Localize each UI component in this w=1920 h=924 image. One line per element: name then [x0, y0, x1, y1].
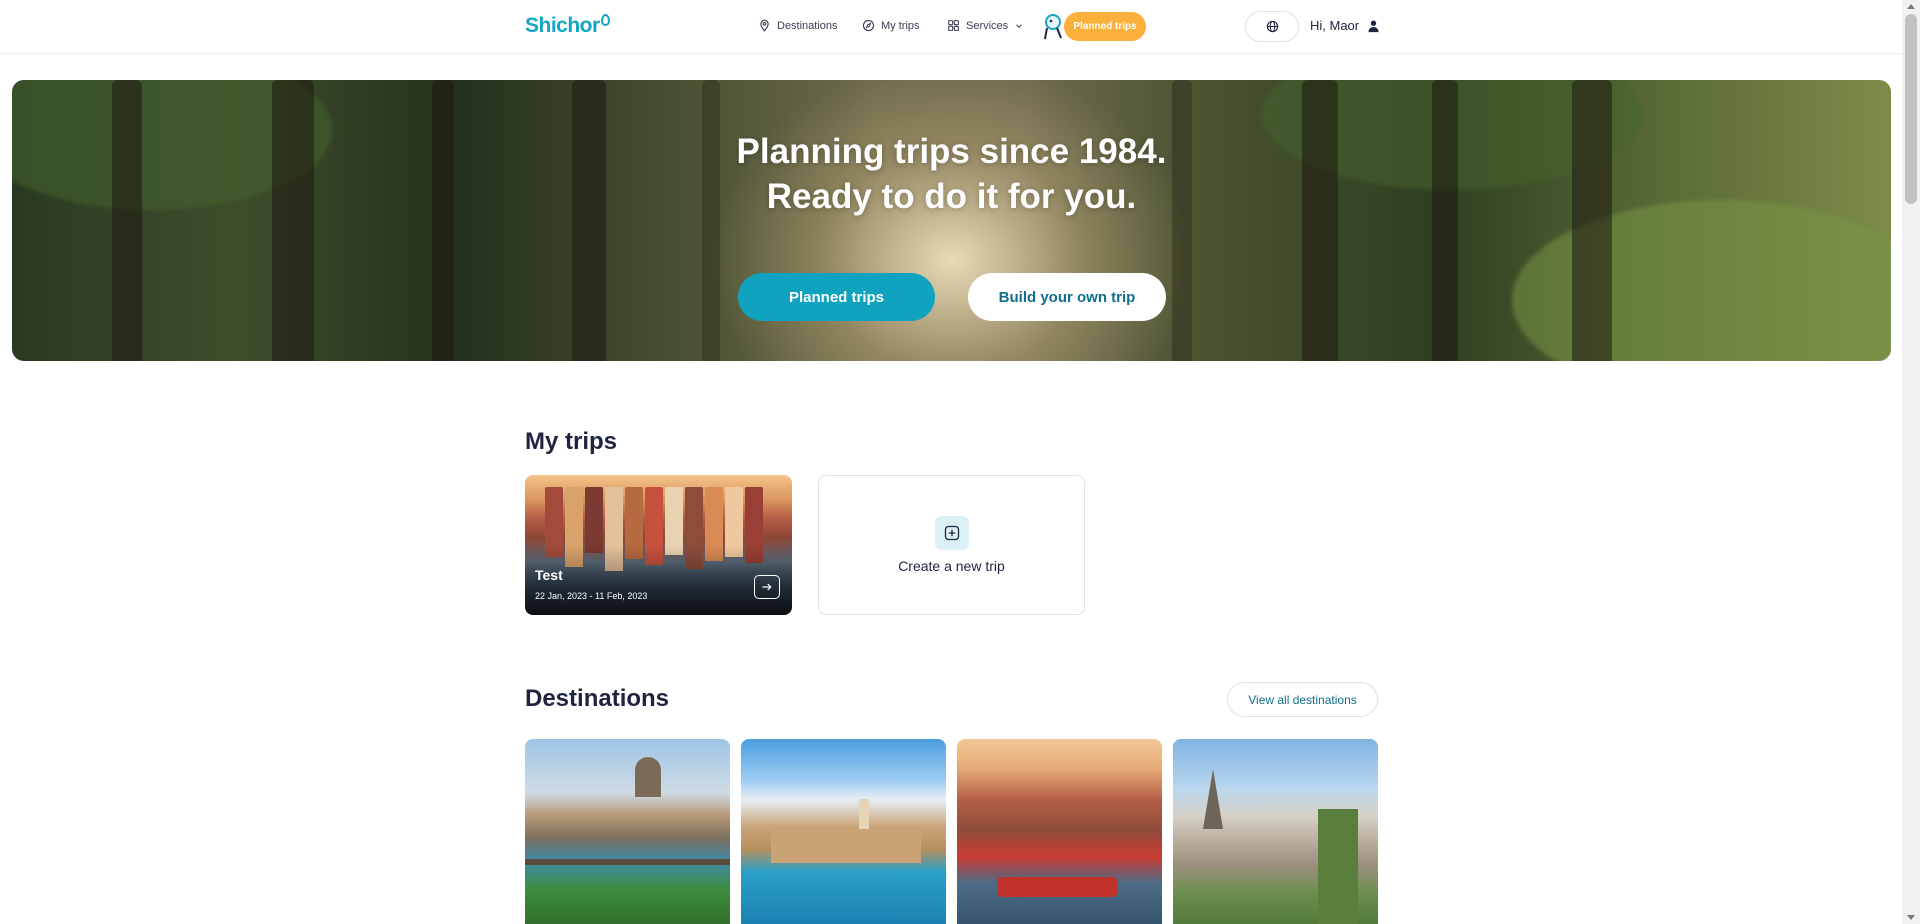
- destination-image-detail: [525, 859, 730, 865]
- compass-icon: [862, 19, 875, 32]
- tree-trunk: [1572, 80, 1612, 361]
- trip-card-overlay: [525, 545, 792, 615]
- create-new-trip-label: Create a new trip: [898, 558, 1005, 574]
- logo-drop-icon: [600, 14, 610, 26]
- logo-text: Shichor: [525, 14, 600, 37]
- tree-trunk: [1302, 80, 1338, 361]
- tree-trunk: [112, 80, 142, 361]
- open-trip-button[interactable]: [754, 575, 780, 599]
- hero-title-line-1: Planning trips since 1984.: [736, 132, 1167, 171]
- destination-card[interactable]: [525, 739, 730, 924]
- planned-trips-button[interactable]: Planned trips: [738, 273, 935, 321]
- view-all-destinations-button[interactable]: View all destinations: [1227, 682, 1378, 717]
- nav-destinations[interactable]: Destinations: [758, 19, 838, 32]
- destination-image-detail: [1203, 769, 1223, 829]
- tree-trunk: [432, 80, 454, 361]
- hero-title: Planning trips since 1984. Ready to do i…: [12, 129, 1891, 219]
- trip-dates: 22 Jan, 2023 - 11 Feb, 2023: [535, 591, 648, 601]
- destination-card[interactable]: [957, 739, 1162, 924]
- nav-services-dropdown[interactable]: Services: [947, 19, 1024, 32]
- nav-destinations-label: Destinations: [777, 19, 838, 32]
- scroll-down-icon[interactable]: [1907, 915, 1915, 920]
- build-your-own-trip-button[interactable]: Build your own trip: [968, 273, 1166, 321]
- globe-icon: [1266, 20, 1278, 33]
- destination-card[interactable]: [741, 739, 946, 924]
- greeting-text: Hi, Maor: [1310, 18, 1360, 33]
- hero-banner: Planning trips since 1984. Ready to do i…: [12, 80, 1891, 361]
- destination-image-detail: [635, 757, 661, 797]
- scroll-up-icon[interactable]: [1907, 4, 1915, 9]
- page-scrollbar[interactable]: [1902, 0, 1920, 924]
- destination-image-detail: [1318, 809, 1358, 924]
- trip-card[interactable]: Test 22 Jan, 2023 - 11 Feb, 2023: [525, 475, 792, 615]
- user-icon: [1368, 20, 1379, 32]
- user-menu[interactable]: Hi, Maor: [1310, 18, 1380, 33]
- plus-square-icon: [935, 516, 969, 550]
- arrow-right-icon: [762, 583, 772, 591]
- scrollbar-thumb[interactable]: [1905, 14, 1917, 204]
- tree-trunk: [272, 80, 314, 361]
- tree-trunk: [1172, 80, 1192, 361]
- language-button[interactable]: [1245, 11, 1299, 42]
- shichor-logo[interactable]: Shichor: [525, 14, 610, 38]
- tree-trunk: [572, 80, 606, 361]
- chevron-down-icon: [1016, 23, 1023, 28]
- destinations-heading: Destinations: [525, 685, 670, 712]
- nav-my-trips[interactable]: My trips: [862, 19, 920, 32]
- foliage-shape: [1512, 200, 1891, 361]
- nav-my-trips-label: My trips: [881, 19, 920, 32]
- location-pin-icon: [760, 19, 769, 32]
- tree-trunk: [702, 80, 720, 361]
- nav-services-label: Services: [966, 19, 1009, 32]
- trip-name: Test: [535, 567, 563, 583]
- destination-image-detail: [771, 829, 921, 863]
- tree-trunk: [1432, 80, 1458, 361]
- top-navigation-bar: Shichor Destinations My trips Services P…: [0, 0, 1902, 54]
- hero-title-line-2: Ready to do it for you.: [766, 177, 1137, 216]
- destination-image-detail: [997, 877, 1117, 897]
- create-new-trip-card[interactable]: Create a new trip: [818, 475, 1085, 615]
- planned-trips-pill[interactable]: Planned trips: [1064, 12, 1146, 41]
- grid-icon: [948, 20, 959, 31]
- my-trips-heading: My trips: [525, 428, 618, 455]
- destination-card[interactable]: [1173, 739, 1378, 924]
